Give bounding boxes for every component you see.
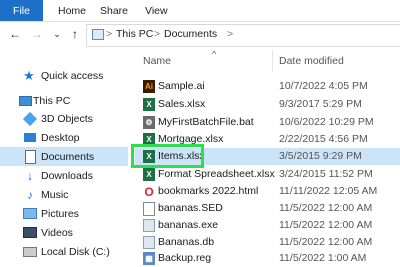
file-date: 3/5/2015 9:29 PM xyxy=(279,150,362,162)
download-icon: ↓ xyxy=(26,168,34,183)
forward-arrow-icon[interactable]: → xyxy=(30,27,44,41)
documents-icon xyxy=(23,149,37,164)
recent-locations-chevron-icon[interactable]: ⌄ xyxy=(50,27,64,41)
highlight-box xyxy=(131,144,204,168)
registry-icon: ▦ xyxy=(143,252,155,265)
sidebar-item-quick-access[interactable]: ★ Quick access xyxy=(0,66,128,85)
up-arrow-icon[interactable]: ↑ xyxy=(68,27,82,41)
file-row[interactable]: ⚙ MyFirstBatchFile.bat 10/6/2022 10:29 P… xyxy=(135,114,400,131)
file-row[interactable]: bananas.exe 11/5/2022 12:00 AM xyxy=(135,217,400,234)
excel-icon: X xyxy=(143,168,155,181)
sidebar-item-3d-objects[interactable]: 3D Objects xyxy=(0,109,128,128)
excel-icon: X xyxy=(143,98,155,111)
sidebar-item-this-pc[interactable]: This PC xyxy=(0,91,128,110)
file-row[interactable]: O bookmarks 2022.html 11/11/2022 12:05 A… xyxy=(135,183,400,200)
document-icon xyxy=(143,202,155,216)
music-icon: ♪ xyxy=(27,187,33,202)
file-date: 11/5/2022 12:00 AM xyxy=(279,236,373,248)
file-row[interactable]: X Sales.xlsx 9/3/2017 5:29 PM xyxy=(135,96,400,113)
breadcrumb-separator: > xyxy=(106,28,113,40)
sidebar-item-pictures[interactable]: Pictures xyxy=(0,204,128,223)
desktop-icon xyxy=(23,131,37,145)
videos-icon xyxy=(23,226,37,240)
sort-caret-icon: ^ xyxy=(212,49,217,59)
file-date: 11/5/2022 12:00 AM xyxy=(279,219,373,231)
column-divider[interactable] xyxy=(272,50,273,72)
ribbon: File Home Share View xyxy=(0,0,400,22)
sidebar-item-music[interactable]: ♪ Music xyxy=(0,185,128,204)
tab-share[interactable]: Share xyxy=(100,0,128,21)
file-name: Sample.ai xyxy=(158,80,205,92)
back-arrow-icon[interactable]: ← xyxy=(8,27,22,41)
tab-home[interactable]: Home xyxy=(58,0,86,21)
file-date: 11/11/2022 12:05 AM xyxy=(279,185,378,197)
star-icon: ★ xyxy=(23,67,35,83)
sidebar-item-downloads[interactable]: ↓ Downloads xyxy=(0,166,128,185)
file-date: 10/6/2022 10:29 PM xyxy=(279,116,374,128)
file-name: bananas.SED xyxy=(158,202,223,214)
file-name: Bananas.db xyxy=(158,236,215,248)
file-name: Backup.reg xyxy=(158,252,212,264)
file-date: 10/7/2022 4:05 PM xyxy=(279,80,368,92)
breadcrumb-separator: > xyxy=(154,28,161,40)
exe-icon xyxy=(143,219,155,232)
file-name: MyFirstBatchFile.bat xyxy=(158,116,254,128)
file-row[interactable]: Ai Sample.ai 10/7/2022 4:05 PM xyxy=(135,78,400,95)
3d-objects-icon xyxy=(22,111,38,126)
sidebar-item-desktop[interactable]: Desktop xyxy=(0,128,128,147)
breadcrumb-separator: > xyxy=(227,28,234,40)
file-name: bookmarks 2022.html xyxy=(158,185,259,197)
file-row[interactable]: ▦ Backup.reg 11/5/2022 1:00 AM xyxy=(135,250,400,267)
sidebar-item-local-disk[interactable]: Local Disk (C:) xyxy=(0,242,128,261)
navigation-bar: ← → ⌄ ↑ > This PC > Documents > xyxy=(0,22,400,48)
opera-icon: O xyxy=(143,184,155,199)
address-bar[interactable]: > This PC > Documents > xyxy=(86,24,400,47)
file-date: 11/5/2022 12:00 AM xyxy=(279,202,373,214)
file-date: 9/3/2017 5:29 PM xyxy=(279,98,362,110)
file-row[interactable]: bananas.SED 11/5/2022 12:00 AM xyxy=(135,200,400,217)
database-icon xyxy=(143,236,155,249)
column-header-date-modified[interactable]: Date modified xyxy=(279,55,344,71)
breadcrumb-this-pc[interactable]: This PC xyxy=(116,28,153,40)
batch-icon: ⚙ xyxy=(143,116,155,129)
disk-icon xyxy=(23,245,37,259)
computer-icon xyxy=(18,94,32,108)
file-name: bananas.exe xyxy=(158,219,219,231)
illustrator-icon: Ai xyxy=(143,80,155,93)
sidebar-item-documents[interactable]: Documents xyxy=(0,147,128,166)
file-row[interactable]: Bananas.db 11/5/2022 12:00 AM xyxy=(135,234,400,251)
tab-file[interactable]: File xyxy=(0,0,43,21)
file-date: 3/24/2015 11:52 PM xyxy=(279,168,373,180)
file-date: 2/22/2015 4:56 PM xyxy=(279,133,368,145)
file-date: 11/5/2022 1:00 AM xyxy=(279,252,367,264)
tab-view[interactable]: View xyxy=(145,0,168,21)
breadcrumb-documents[interactable]: Documents xyxy=(164,28,217,40)
sidebar-item-videos[interactable]: Videos xyxy=(0,223,128,242)
navigation-pane: ★ Quick access This PC 3D Objects Deskto… xyxy=(0,56,128,266)
file-name: Sales.xlsx xyxy=(158,98,206,110)
file-row[interactable]: X Format Spreadsheet.xlsx 3/24/2015 11:5… xyxy=(135,166,400,183)
pictures-icon xyxy=(23,207,37,221)
column-header-name[interactable]: Name xyxy=(143,55,171,71)
this-pc-icon xyxy=(92,29,104,40)
file-name: Format Spreadsheet.xlsx xyxy=(158,168,275,180)
